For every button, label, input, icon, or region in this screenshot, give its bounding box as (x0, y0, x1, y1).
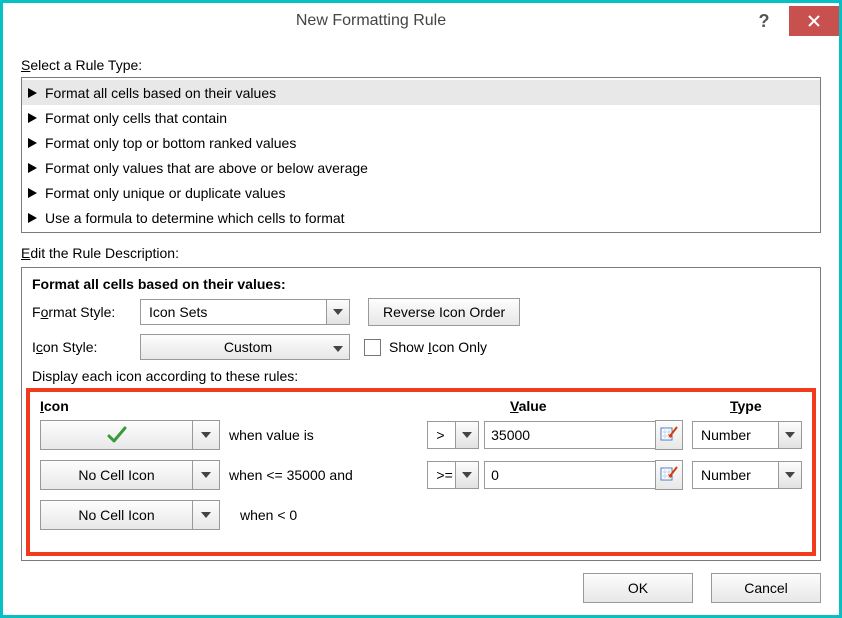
window-title: New Formatting Rule (3, 12, 739, 30)
reverse-icon-order-button[interactable]: Reverse Icon Order (368, 298, 520, 326)
select-rule-type-label: Select a Rule Type: (21, 57, 821, 73)
value-text: 35000 (491, 427, 530, 443)
display-each-label: Display each icon according to these rul… (32, 368, 810, 384)
icon-text: No Cell Icon (78, 467, 154, 483)
rule-type-text: Format only unique or duplicate values (45, 185, 285, 201)
condition-text: when <= 35000 and (229, 467, 427, 483)
rule-type-text: Format only cells that contain (45, 110, 227, 126)
chevron-down-icon (778, 422, 801, 448)
column-headers: Icon Value Type (40, 398, 802, 414)
triangle-icon (28, 188, 37, 198)
chevron-down-icon (192, 461, 219, 489)
chevron-down-icon (778, 462, 801, 488)
value-input[interactable]: 35000 (484, 421, 656, 449)
rule-type-item[interactable]: Format only values that are above or bel… (22, 155, 820, 180)
close-icon (807, 14, 821, 28)
range-select-button[interactable] (655, 460, 683, 490)
rule-type-item[interactable]: Format all cells based on their values (22, 80, 820, 105)
rule-type-list[interactable]: Format all cells based on their values Fo… (21, 77, 821, 233)
chevron-down-icon (455, 462, 478, 488)
rule-type-item[interactable]: Format only unique or duplicate values (22, 180, 820, 205)
show-icon-only-label: Show Icon Only (389, 339, 487, 355)
checkbox-box (364, 339, 381, 356)
type-value: Number (693, 427, 778, 443)
rule-type-item[interactable]: Use a formula to determine which cells t… (22, 205, 820, 230)
icon-style-row: Icon Style: Custom Show Icon Only (32, 334, 810, 360)
triangle-icon (28, 213, 37, 223)
help-button[interactable]: ? (739, 6, 789, 36)
title-bar: New Formatting Rule ? (3, 3, 839, 39)
description-header: Format all cells based on their values: (32, 276, 810, 292)
range-select-button[interactable] (655, 420, 683, 450)
value-input[interactable]: 0 (484, 461, 656, 489)
value-text: 0 (491, 467, 499, 483)
icon-style-value: Custom (224, 339, 272, 355)
icon-rule-row: when value is>35000 Number (40, 420, 802, 450)
chevron-down-icon (455, 422, 478, 448)
icon-text: No Cell Icon (78, 507, 154, 523)
icon-rule-row: No Cell Icon when <= 35000 and>= 0 Number (40, 460, 802, 490)
chevron-down-icon (192, 421, 219, 449)
icon-rules-area: Icon Value Type when value is>35000 Numbe… (26, 388, 816, 556)
icon-combo[interactable] (40, 420, 220, 450)
type-value: Number (693, 467, 778, 483)
description-box: Format all cells based on their values: … (21, 267, 821, 561)
close-button[interactable] (789, 6, 839, 36)
rule-type-item[interactable]: Format only cells that contain (22, 105, 820, 130)
icon-combo[interactable]: No Cell Icon (40, 500, 220, 530)
rule-type-item[interactable]: Format only top or bottom ranked values (22, 130, 820, 155)
type-combo[interactable]: Number (692, 421, 802, 449)
triangle-icon (28, 163, 37, 173)
ok-button[interactable]: OK (583, 573, 693, 603)
rule-type-text: Format all cells based on their values (45, 85, 276, 101)
chevron-down-icon (326, 300, 349, 324)
condition-text: when value is (229, 427, 427, 443)
operator-combo[interactable]: >= (427, 461, 479, 489)
edit-desc-label: Edit the Rule Description: (21, 245, 821, 261)
chevron-down-icon (333, 339, 343, 355)
icon-style-combo[interactable]: Custom (140, 334, 350, 360)
condition-text: when < 0 (240, 507, 450, 523)
chevron-down-icon (192, 501, 219, 529)
format-style-value: Icon Sets (141, 304, 326, 320)
triangle-icon (28, 88, 37, 98)
dialog-body: Select a Rule Type: Format all cells bas… (3, 39, 839, 561)
icon-preview (41, 421, 192, 449)
icon-preview: No Cell Icon (41, 501, 192, 529)
rule-type-text: Format only values that are above or bel… (45, 160, 368, 176)
format-style-combo[interactable]: Icon Sets (140, 299, 350, 325)
triangle-icon (28, 113, 37, 123)
show-icon-only-checkbox[interactable]: Show Icon Only (364, 339, 487, 356)
dialog-window: New Formatting Rule ? Select a Rule Type… (0, 0, 842, 618)
operator-value: > (428, 427, 455, 443)
icon-rule-row: No Cell Icon when < 0 (40, 500, 802, 530)
operator-value: >= (428, 467, 455, 483)
type-combo[interactable]: Number (692, 461, 802, 489)
icon-combo[interactable]: No Cell Icon (40, 460, 220, 490)
format-style-label: Format Style: (32, 304, 140, 320)
cancel-button[interactable]: Cancel (711, 573, 821, 603)
icon-style-label: Icon Style: (32, 339, 140, 355)
dialog-footer: OK Cancel (583, 573, 821, 603)
format-style-row: Format Style: Icon Sets Reverse Icon Ord… (32, 298, 810, 326)
triangle-icon (28, 138, 37, 148)
operator-combo[interactable]: > (427, 421, 479, 449)
rule-type-text: Format only top or bottom ranked values (45, 135, 296, 151)
icon-preview: No Cell Icon (41, 461, 192, 489)
rule-type-text: Use a formula to determine which cells t… (45, 210, 345, 226)
